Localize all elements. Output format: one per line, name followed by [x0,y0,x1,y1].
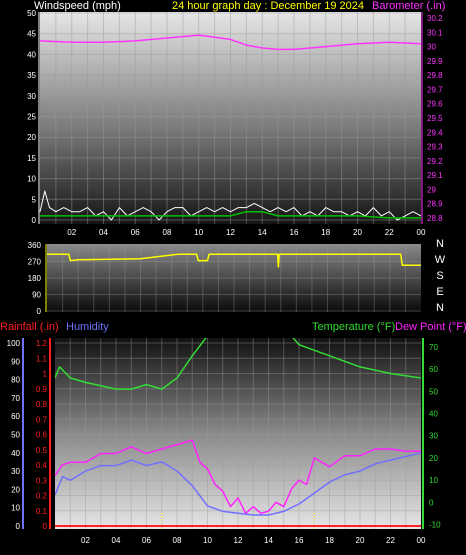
baro-y-tick-label: 29.1 [427,171,443,180]
wind-y-tick-label: 40 [27,50,36,59]
wind-x-tick-label: 08 [163,228,172,237]
wind-y-tick-label: 0 [32,216,37,225]
rain-y-tick-label: 0.6 [36,431,48,440]
baro-y-tick-label: 29.7 [427,85,443,94]
climate-x-tick-label: 08 [173,536,182,545]
humidity-y-tick-label: 70 [11,394,20,403]
temp-y-tick-label: 10 [429,476,438,485]
wind-y-tick-label: 5 [32,195,37,204]
climate-x-tick-label: 18 [325,536,334,545]
compass-label: S [436,270,443,282]
humidity-y-tick-label: 40 [11,449,20,458]
direction-y-tick-label: 90 [32,291,41,300]
wind-x-tick-label: 22 [385,228,394,237]
wind-x-tick-label: 04 [99,228,108,237]
temp-y-tick-label: 70 [429,343,438,352]
temp-y-tick-label: 20 [429,454,438,463]
humidity-y-tick-label: 100 [7,339,21,348]
wind-y-tick-label: 10 [27,175,36,184]
climate-x-tick-label: 00 [417,536,426,545]
wind-x-tick-label: 00 [417,228,426,237]
wind-x-tick-label: 14 [258,228,267,237]
compass-label: E [436,286,443,298]
humidity-y-tick-label: 20 [11,485,20,494]
rain-y-tick-label: 0 [43,522,48,531]
temp-y-tick-label: -10 [429,521,441,530]
rain-y-tick-label: 1.1 [36,354,48,363]
wind-y-tick-label: 20 [27,133,36,142]
wind-x-tick-label: 10 [194,228,203,237]
baro-y-tick-label: 29.6 [427,100,443,109]
weather-graph-page: { "header": { "wind_label": "Windspeed (… [0,0,466,555]
compass-label: N [436,302,444,314]
compass-label: N [436,238,444,250]
baro-y-tick-label: 28.9 [427,200,443,209]
baro-y-tick-label: 29.3 [427,143,443,152]
wind-y-tick-label: 35 [27,71,36,80]
climate-x-tick-label: 22 [386,536,395,545]
baro-y-tick-label: 29 [427,185,436,194]
rain-y-tick-label: 0.4 [36,461,48,470]
wind-y-tick-label: 45 [27,30,36,39]
direction-y-tick-label: 180 [28,274,42,283]
rain-y-tick-label: 0.5 [36,446,48,455]
temp-y-tick-label: 40 [429,410,438,419]
rain-y-tick-label: 0.2 [36,492,48,501]
rain-y-tick-label: 0.1 [36,507,48,516]
temp-y-tick-label: 0 [429,498,434,507]
wind-x-tick-label: 12 [226,228,235,237]
direction-y-tick-label: 270 [28,258,42,267]
wind-x-tick-label: 16 [290,228,299,237]
humidity-y-tick-label: 50 [11,431,20,440]
rain-y-tick-label: 0.9 [36,385,48,394]
rain-y-tick-label: 0.8 [36,400,48,409]
direction-y-tick-label: 0 [37,307,42,316]
baro-y-tick-label: 29.5 [427,114,443,123]
baro-y-tick-label: 30 [427,43,436,52]
rain-y-tick-label: 0.3 [36,476,48,485]
wind-y-tick-label: 50 [27,9,36,18]
wind-y-tick-label: 15 [27,154,36,163]
baro-y-tick-label: 30.2 [427,14,443,23]
baro-y-tick-label: 30.1 [427,28,443,37]
climate-x-tick-label: 14 [264,536,273,545]
climate-x-tick-label: 16 [295,536,304,545]
climate-x-tick-label: 10 [203,536,212,545]
temp-y-tick-label: 30 [429,432,438,441]
climate-x-tick-label: 02 [81,536,90,545]
rain-y-tick-label: 0.7 [36,415,48,424]
rain-y-tick-label: 1.2 [36,339,48,348]
wind-x-tick-label: 18 [321,228,330,237]
wind-x-tick-label: 02 [67,228,76,237]
wind-y-tick-label: 30 [27,92,36,101]
climate-x-tick-label: 20 [356,536,365,545]
temp-y-tick-label: 50 [429,387,438,396]
humidity-y-tick-label: 0 [16,522,21,531]
baro-y-tick-label: 29.9 [427,57,443,66]
humidity-y-tick-label: 90 [11,357,20,366]
baro-y-tick-label: 29.4 [427,128,443,137]
climate-x-tick-label: 06 [142,536,151,545]
baro-y-tick-label: 29.8 [427,71,443,80]
compass-label: W [435,254,446,266]
wind-x-tick-label: 20 [353,228,362,237]
wind-y-tick-label: 25 [27,113,36,122]
rain-y-tick-label: 1 [43,370,48,379]
climate-x-tick-label: 04 [112,536,121,545]
wind-x-tick-label: 06 [131,228,140,237]
humidity-y-tick-label: 10 [11,504,20,513]
humidity-y-tick-label: 30 [11,467,20,476]
baro-y-tick-label: 29.2 [427,157,443,166]
temp-y-tick-label: 60 [429,365,438,374]
baro-y-tick-label: 28.8 [427,214,443,223]
humidity-y-tick-label: 60 [11,412,20,421]
weather-charts-svg: 0510152025303540455028.828.92929.129.229… [7,9,446,545]
direction-y-tick-label: 360 [28,241,42,250]
climate-x-tick-label: 12 [234,536,243,545]
humidity-y-tick-label: 80 [11,376,20,385]
